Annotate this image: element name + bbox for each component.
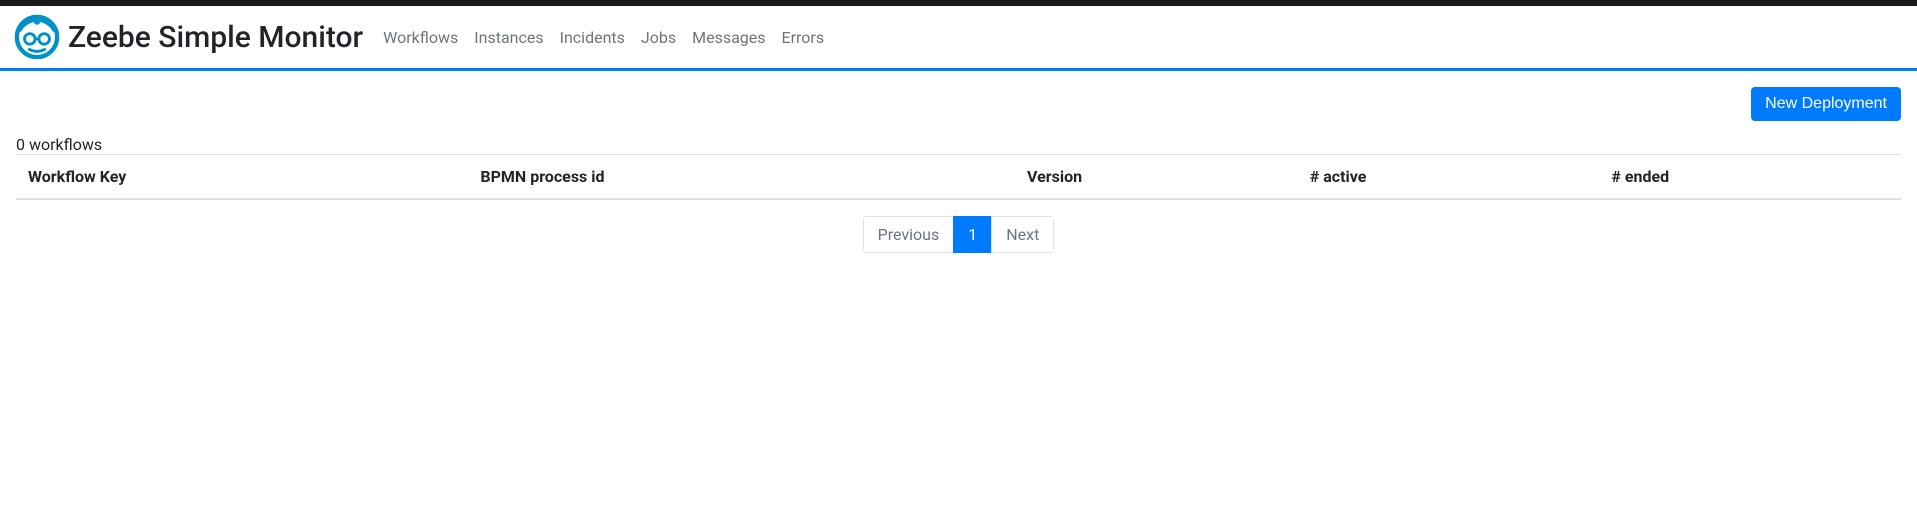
page-previous-label: Previous: [864, 217, 954, 252]
col-bpmn-process-id: BPMN process id: [468, 155, 1015, 200]
page-1-label: 1: [954, 217, 991, 252]
workflows-table: Workflow Key BPMN process id Version # a…: [16, 154, 1901, 200]
navbar: Zeebe Simple Monitor Workflows Instances…: [0, 6, 1917, 71]
nav-errors[interactable]: Errors: [782, 28, 825, 47]
page-previous[interactable]: Previous: [863, 216, 955, 253]
nav-incidents[interactable]: Incidents: [560, 28, 625, 47]
action-row: New Deployment: [16, 87, 1901, 121]
table-header-row: Workflow Key BPMN process id Version # a…: [16, 155, 1901, 200]
brand-link[interactable]: Zeebe Simple Monitor: [14, 14, 383, 60]
page-next[interactable]: Next: [991, 216, 1054, 253]
page-next-label: Next: [992, 217, 1053, 252]
nav-instances[interactable]: Instances: [474, 28, 543, 47]
col-active: # active: [1298, 155, 1600, 200]
page-1[interactable]: 1: [953, 216, 992, 253]
main-content: New Deployment 0 workflows Workflow Key …: [0, 71, 1917, 269]
nav-jobs[interactable]: Jobs: [641, 28, 676, 47]
zeebe-logo-icon: [14, 14, 60, 60]
nav-links: Workflows Instances Incidents Jobs Messa…: [383, 28, 824, 47]
nav-messages[interactable]: Messages: [692, 28, 765, 47]
col-version: Version: [1015, 155, 1298, 200]
col-ended: # ended: [1599, 155, 1901, 200]
pagination: Previous 1 Next: [16, 216, 1901, 253]
nav-workflows[interactable]: Workflows: [383, 28, 458, 47]
brand-title: Zeebe Simple Monitor: [68, 20, 363, 55]
col-workflow-key: Workflow Key: [16, 155, 468, 200]
new-deployment-button[interactable]: New Deployment: [1751, 87, 1901, 121]
workflows-count-label: 0 workflows: [16, 135, 1901, 154]
